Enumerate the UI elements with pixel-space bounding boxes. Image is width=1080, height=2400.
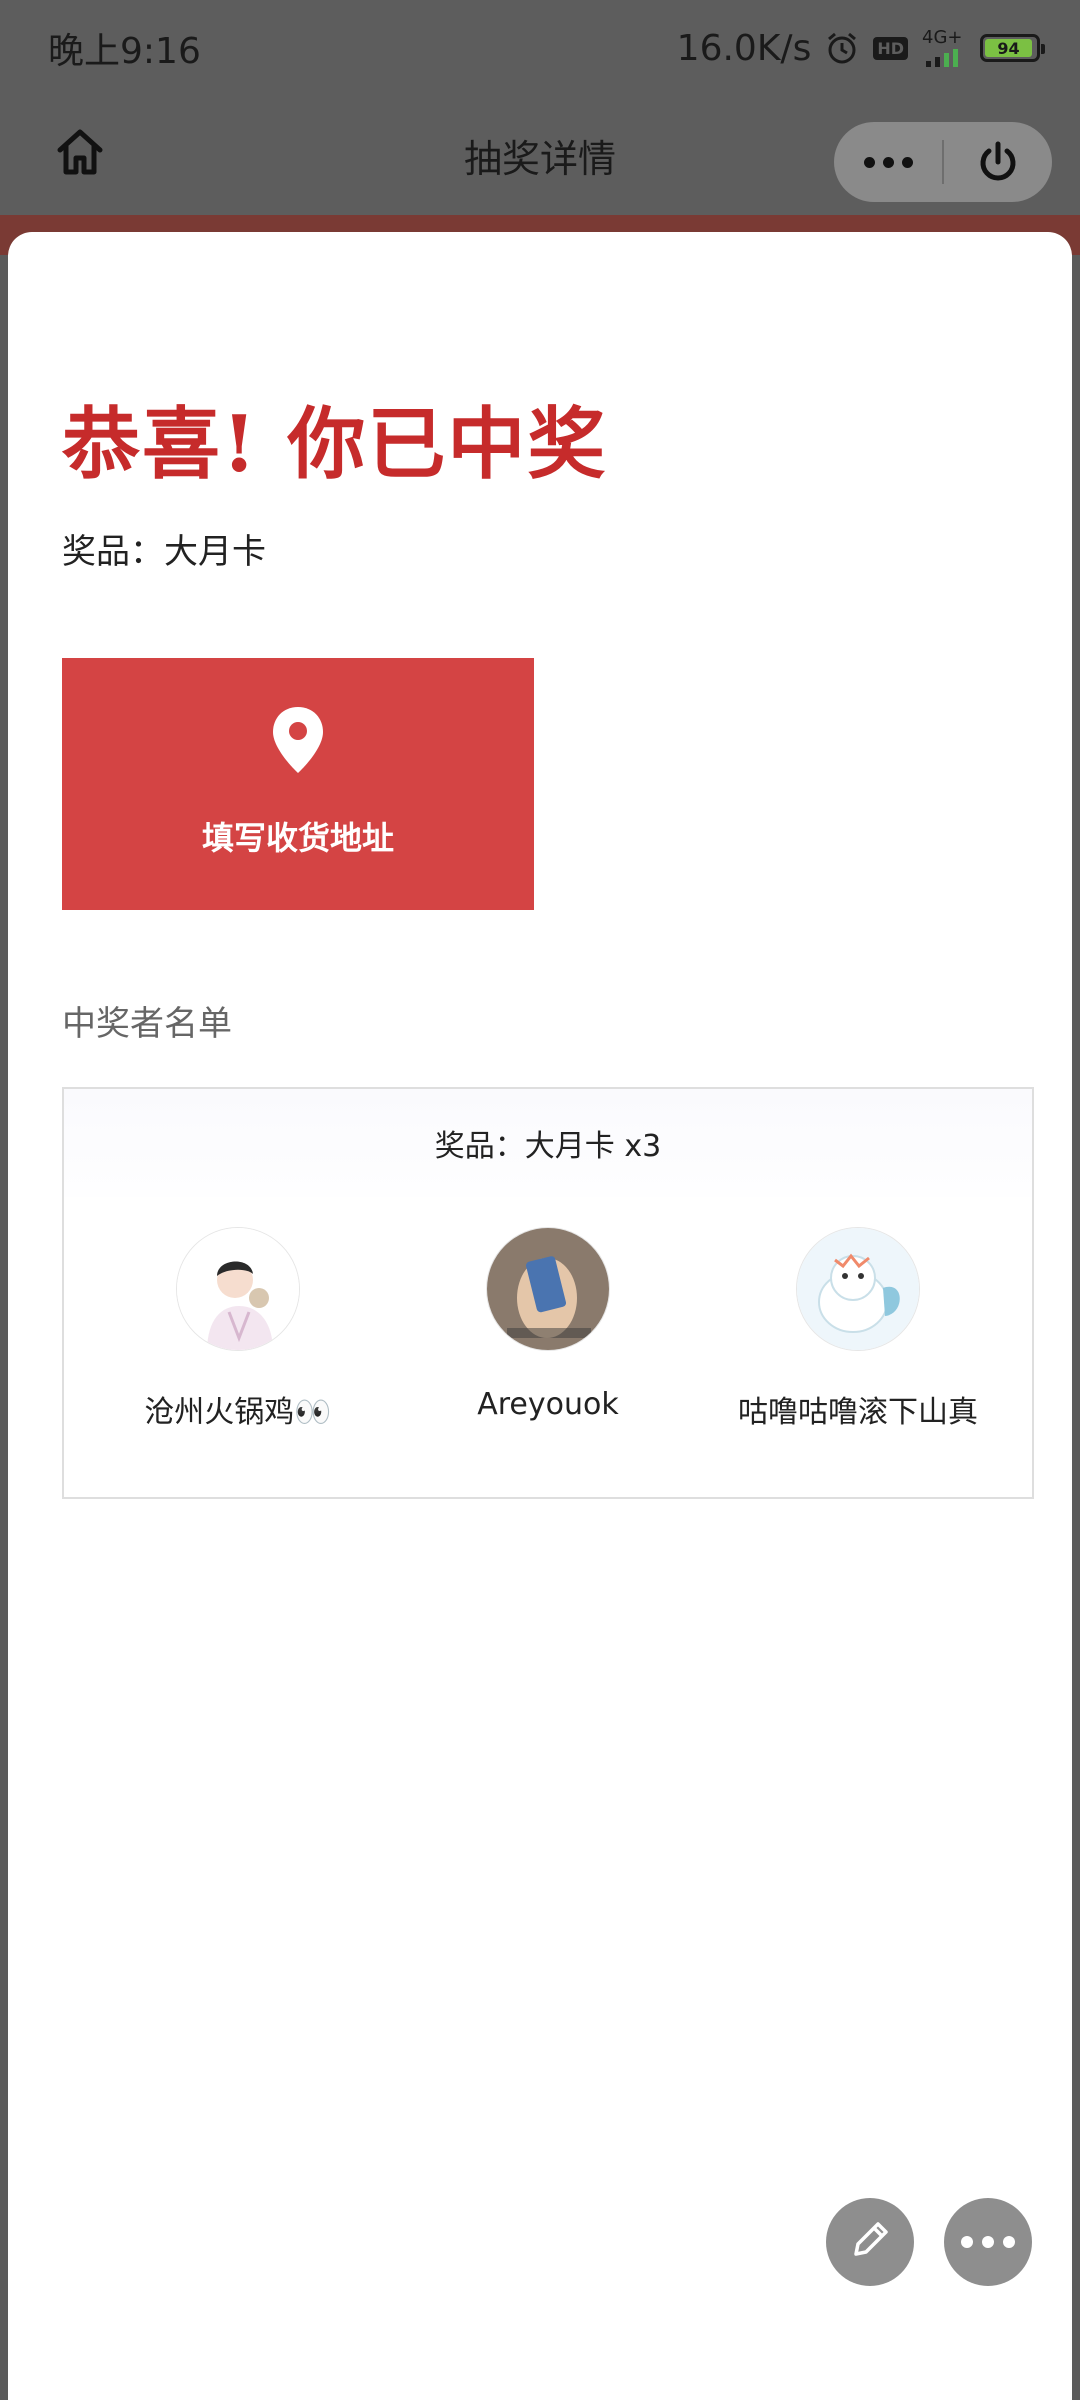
battery-icon: 94 — [980, 34, 1045, 62]
winners-list-box: 奖品：大月卡 x3 沧州火锅鸡👀 Areyouok 咕噜咕噜滚下山真 — [62, 1087, 1034, 1499]
congrats-title: 恭喜! 你已中奖 — [62, 399, 608, 490]
winner-item[interactable]: 咕噜咕噜滚下山真 — [708, 1227, 1008, 1431]
hd-icon: HD — [873, 36, 908, 60]
battery-level: 94 — [985, 39, 1032, 58]
edit-button[interactable] — [826, 2198, 914, 2286]
avatar-boy-cartoon-icon — [176, 1227, 300, 1351]
signal-icon: 4G+ — [922, 29, 966, 67]
more-options-button[interactable] — [944, 2198, 1032, 2286]
close-power-icon[interactable] — [944, 122, 1052, 202]
prize-quantity-header: 奖品：大月卡 x3 — [64, 1089, 1032, 1197]
status-time: 晚上9:16 — [48, 31, 201, 72]
winner-item[interactable]: 沧州火锅鸡👀 — [88, 1227, 388, 1431]
mini-program-capsule — [834, 122, 1052, 202]
page-title: 抽奖详情 — [463, 136, 616, 181]
more-menu-button[interactable] — [834, 122, 942, 202]
avatar-lion-cartoon-icon — [796, 1227, 920, 1351]
location-pin-icon — [270, 705, 326, 779]
alarm-icon — [825, 31, 859, 65]
pencil-icon — [846, 2216, 894, 2268]
status-bar: 晚上9:16 16.0K/s HD 4G+ 94 — [0, 0, 1080, 96]
network-type: 4G+ — [922, 27, 963, 48]
nav-bar: 抽奖详情 — [0, 100, 1080, 210]
winners-heading: 中奖者名单 — [62, 1004, 232, 1044]
result-sheet: 恭喜! 你已中奖 奖品：大月卡 填写收货地址 中奖者名单 奖品：大月卡 x3 沧… — [8, 232, 1072, 2400]
winner-item[interactable]: Areyouok — [398, 1227, 698, 1431]
net-speed: 16.0K/s — [676, 27, 812, 69]
prize-label: 奖品：大月卡 — [62, 532, 266, 572]
home-icon[interactable] — [52, 124, 108, 180]
winner-name: Areyouok — [477, 1387, 619, 1422]
winner-name: 咕噜咕噜滚下山真 — [738, 1395, 978, 1430]
fill-address-button[interactable]: 填写收货地址 — [62, 658, 534, 910]
status-icons: 16.0K/s HD 4G+ 94 — [676, 27, 1045, 69]
fill-address-label: 填写收货地址 — [201, 819, 394, 857]
winners-row: 沧州火锅鸡👀 Areyouok 咕噜咕噜滚下山真 — [64, 1197, 1032, 1431]
winner-name: 沧州火锅鸡👀 — [144, 1395, 332, 1430]
avatar-hand-photo-icon — [486, 1227, 610, 1351]
